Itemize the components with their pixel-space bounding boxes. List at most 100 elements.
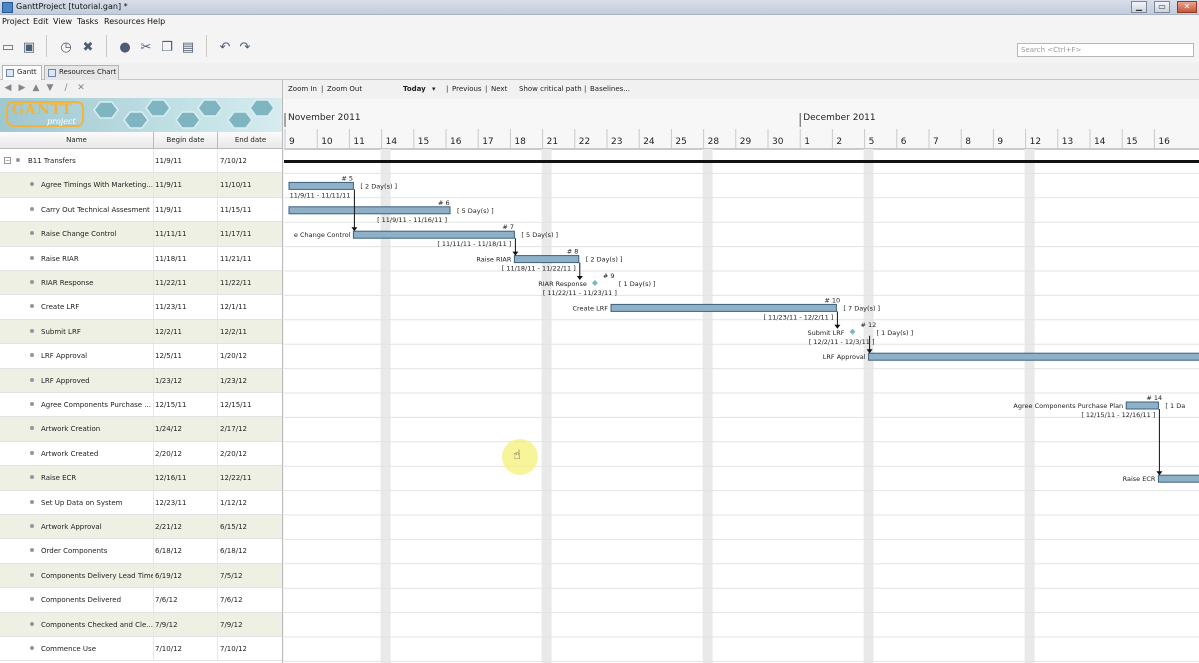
menu-project[interactable]: Project <box>2 17 29 26</box>
delete-icon[interactable]: ✖ <box>80 39 96 55</box>
history-icon[interactable]: ◷ <box>58 39 74 55</box>
task-duration: [ 7 Day(s) ] <box>843 304 880 312</box>
task-row[interactable]: RIAR Response 11/22/11 11/22/11 <box>0 271 282 296</box>
task-row[interactable]: Create LRF 11/23/11 12/1/11 <box>0 295 282 320</box>
previous-button[interactable]: Previous <box>452 85 482 93</box>
dependency-arrowhead <box>351 227 358 232</box>
column-divider <box>217 271 218 295</box>
task-begin-date: 11/11/11 <box>155 230 187 239</box>
cut-icon[interactable]: ✂ <box>138 39 154 55</box>
menu-edit[interactable]: Edit <box>33 17 49 26</box>
undo-icon[interactable]: ↶ <box>217 39 233 55</box>
toolbar-separator <box>106 35 107 57</box>
baselines-button[interactable]: Baselines... <box>590 85 630 93</box>
save-icon[interactable]: ▣ <box>21 39 37 55</box>
arrow-up-icon[interactable]: ▲ <box>31 83 41 93</box>
next-button[interactable]: Next <box>491 85 507 93</box>
task-row[interactable]: Artwork Approval 2/21/12 6/15/12 <box>0 515 282 540</box>
tab-resources-label: Resources Chart <box>59 68 117 76</box>
task-row[interactable]: LRF Approval 12/5/11 1/20/12 <box>0 344 282 369</box>
close-button[interactable]: ✕ <box>1177 1 1197 13</box>
column-divider <box>153 539 154 564</box>
tab-resources-chart[interactable]: Resources Chart <box>44 65 119 80</box>
column-name[interactable]: Name <box>0 136 153 144</box>
column-divider <box>217 295 218 320</box>
task-row[interactable]: Agree Timings With Marketing... 11/9/11 11… <box>0 173 282 198</box>
task-row[interactable]: Artwork Created 2/20/12 2/20/12 <box>0 441 282 467</box>
today-button[interactable]: Today <box>403 85 426 93</box>
arrow-right-icon[interactable]: ▶ <box>17 83 27 93</box>
task-date-range: [ 11/11/11 - 11/18/11 ] <box>437 240 511 248</box>
open-icon[interactable]: ▭ <box>0 39 16 55</box>
zoom-in-button[interactable]: Zoom In <box>288 85 317 93</box>
task-table-toolbar: ◀ ▶ ▲ ▼ ∕ ✕ <box>0 80 282 98</box>
redo-icon[interactable]: ↷ <box>237 39 253 55</box>
tab-gantt[interactable]: Gantt <box>2 65 42 80</box>
zoom-out-button[interactable]: Zoom Out <box>327 85 362 93</box>
column-divider <box>153 344 154 369</box>
task-begin-date: 7/10/12 <box>155 645 182 653</box>
task-row[interactable]: Submit LRF 12/2/11 12/2/11 <box>0 319 282 345</box>
menu-tasks[interactable]: Tasks <box>77 17 98 26</box>
task-bar <box>868 352 1199 361</box>
arrow-down-icon[interactable]: ▼ <box>45 83 55 93</box>
menu-view[interactable]: View <box>53 17 72 26</box>
column-divider <box>153 466 154 491</box>
task-end-date: 11/21/11 <box>220 254 252 263</box>
maximize-button[interactable]: ▭ <box>1154 1 1170 13</box>
task-name: Agree Components Purchase ... <box>41 401 151 409</box>
task-row[interactable]: LRF Approved 1/23/12 1/23/12 <box>0 368 282 393</box>
column-divider <box>217 344 218 369</box>
task-row[interactable]: Components Checked and Cle... 7/9/12 7/9/1… <box>0 612 282 637</box>
task-row[interactable]: Carry Out Technical Assesment 11/9/11 11/1… <box>0 197 282 223</box>
minimize-button[interactable]: ▁ <box>1131 1 1147 13</box>
column-divider <box>217 173 218 198</box>
unlink-icon[interactable]: ✕ <box>76 83 86 93</box>
task-row[interactable]: Raise ECR 12/16/11 12/22/11 <box>0 466 282 491</box>
day-label: 23 <box>611 137 622 147</box>
task-end-date: 11/17/11 <box>220 230 252 239</box>
show-critical-path-button[interactable]: Show critical path <box>519 85 582 93</box>
task-bullet-icon <box>30 353 34 358</box>
task-row[interactable]: Components Delivered 7/6/12 7/6/12 <box>0 588 282 613</box>
column-divider <box>153 612 154 637</box>
collapse-icon[interactable]: − <box>4 157 11 164</box>
column-begin-date[interactable]: Begin date <box>154 136 217 144</box>
gantt-chart[interactable]: November 2011 December 20119 10 11 14 15 16 17 1… <box>284 99 1199 663</box>
column-end-date[interactable]: End date <box>218 136 282 144</box>
menu-help[interactable]: Help <box>147 17 165 26</box>
task-duration: [ 5 Day(s) ] <box>521 231 558 239</box>
task-begin-date: 2/20/12 <box>155 449 182 458</box>
task-row[interactable]: Raise Change Control 11/11/11 11/17/11 <box>0 222 282 247</box>
properties-icon[interactable]: ● <box>117 39 133 55</box>
search-input[interactable]: Search <Ctrl+F> <box>1017 43 1194 57</box>
task-row[interactable]: Set Up Data on System 12/23/11 1/12/12 <box>0 490 282 515</box>
task-bullet-icon <box>30 206 34 211</box>
copy-icon[interactable]: ❐ <box>159 39 175 55</box>
task-row[interactable]: Agree Components Purchase ... 12/15/11 12/… <box>0 393 282 418</box>
paste-icon[interactable]: ▤ <box>180 39 196 55</box>
task-row[interactable]: Artwork Creation 1/24/12 2/17/12 <box>0 417 282 442</box>
task-row[interactable]: − B11 Transfers 11/9/11 7/10/12 <box>0 149 282 174</box>
task-row[interactable]: Components Delivery Lead Time 6/19/12 7/5/… <box>0 563 282 589</box>
task-duration: [ 2 Day(s) ] <box>586 256 623 264</box>
chevron-down-icon[interactable]: ▾ <box>432 85 436 93</box>
task-end-date: 6/15/12 <box>220 523 247 531</box>
arrow-left-icon[interactable]: ◀ <box>3 83 13 93</box>
task-row[interactable]: Commence Use 7/10/12 7/10/12 <box>0 637 282 662</box>
milestone-label: RIAR Response <box>538 280 587 288</box>
day-label: 16 <box>450 137 462 147</box>
task-bar <box>1125 401 1159 410</box>
task-row[interactable]: Raise RIAR 11/18/11 11/21/11 <box>0 246 282 271</box>
dependency-arrowhead <box>1156 471 1163 476</box>
day-label: 7 <box>933 137 939 147</box>
task-row[interactable]: Order Components 6/18/12 6/18/12 <box>0 539 282 564</box>
column-divider <box>153 149 154 173</box>
chart-toolbar: Zoom In | Zoom Out Today ▾ | Previous | … <box>284 80 1199 99</box>
menu-resources[interactable]: Resources <box>104 17 145 26</box>
link-icon[interactable]: ∕ <box>61 83 71 93</box>
task-duration: [ 5 Day(s) ] <box>457 207 494 215</box>
day-label: 14 <box>1094 137 1106 147</box>
column-divider <box>153 222 154 247</box>
task-bullet-icon <box>30 572 34 577</box>
